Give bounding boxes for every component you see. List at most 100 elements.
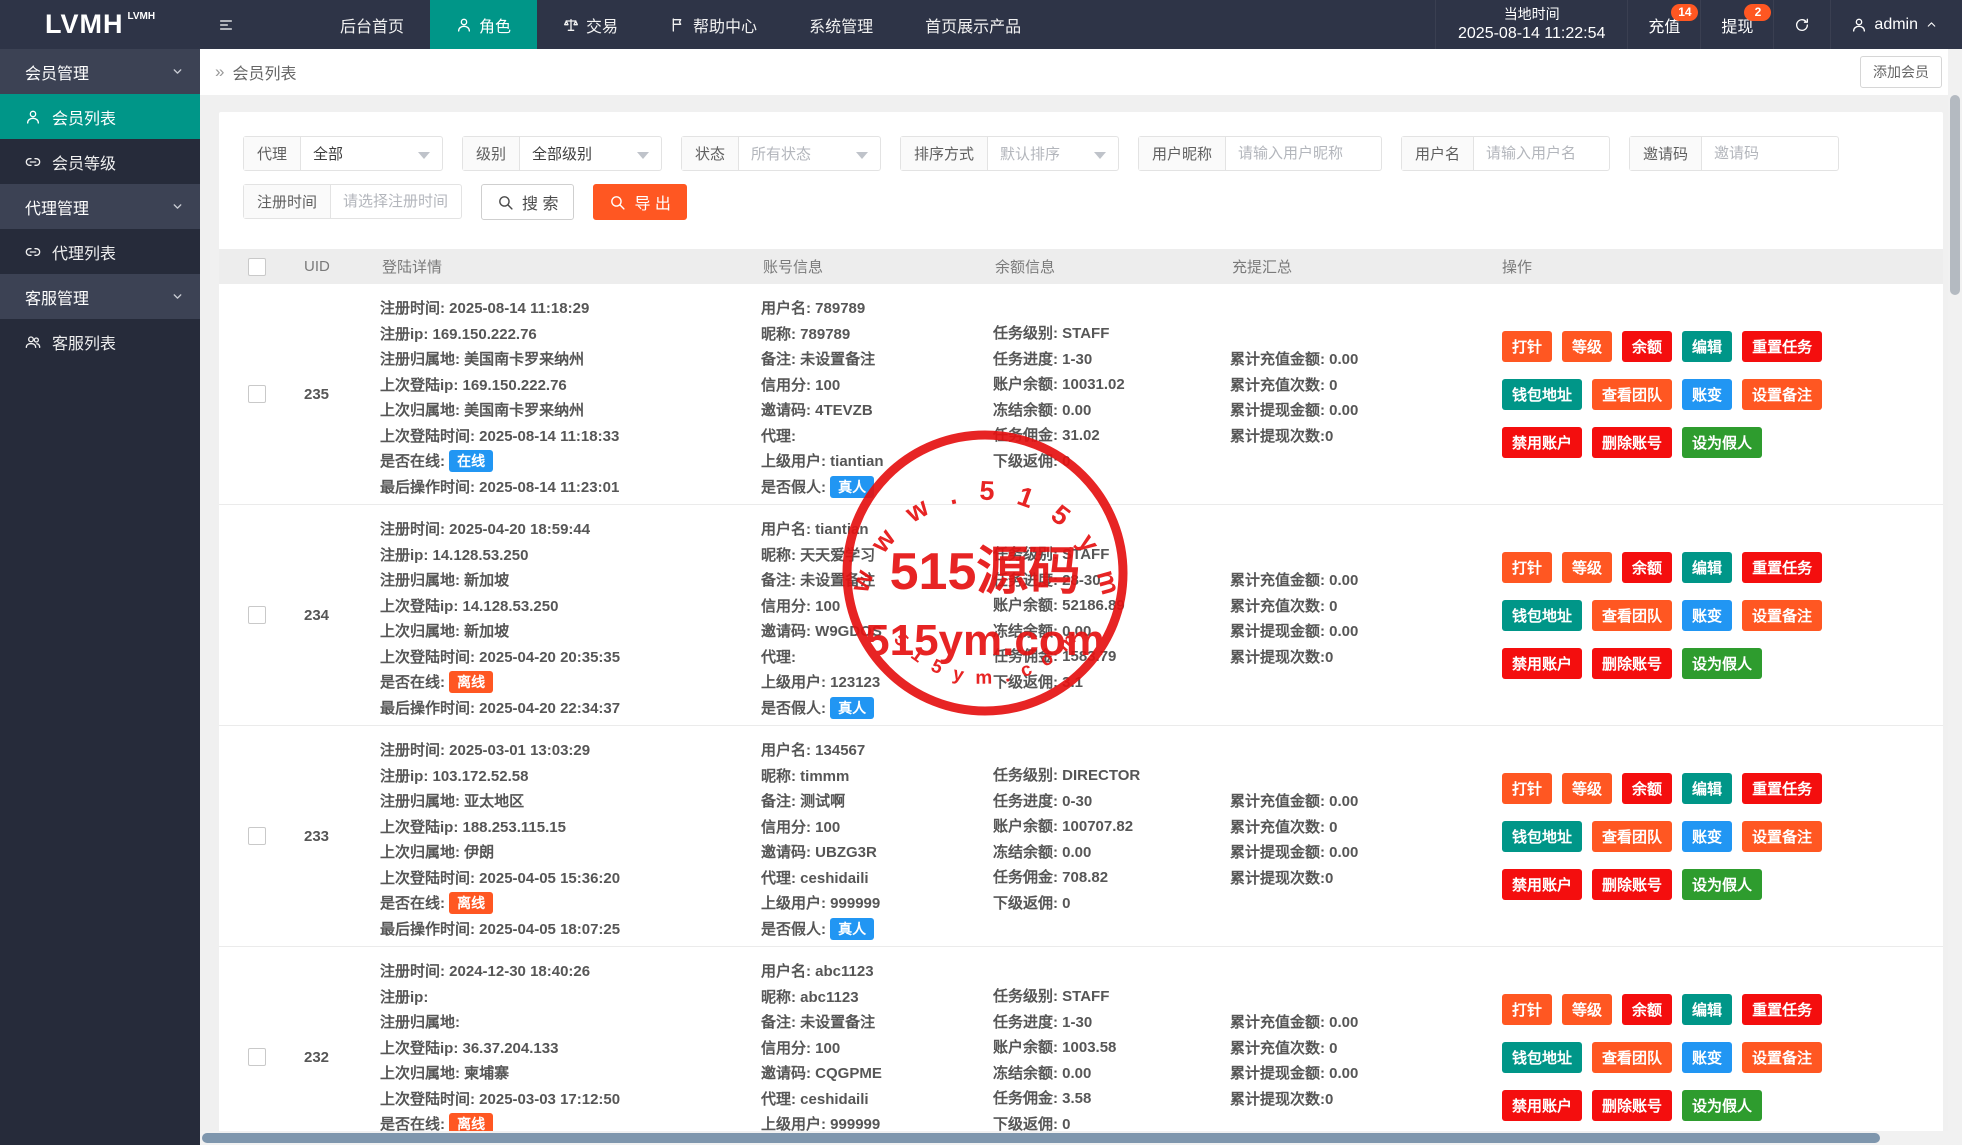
nav-item[interactable]: 帮助中心 xyxy=(644,0,783,49)
admin-dropdown[interactable]: admin xyxy=(1830,0,1962,49)
action-button[interactable]: 重置任务 xyxy=(1742,331,1822,362)
row-checkbox[interactable] xyxy=(248,827,266,845)
filter-select[interactable]: 排序方式默认排序 xyxy=(900,136,1119,171)
action-button[interactable]: 设为假人 xyxy=(1682,427,1762,458)
field-line: 账户余额: 100707.82 xyxy=(993,814,1230,840)
sidebar: 会员管理会员列表会员等级代理管理代理列表客服管理客服列表 xyxy=(0,49,200,1145)
search-button[interactable]: 搜 索 xyxy=(481,184,574,220)
field-value: 2025-08-14 11:18:33 xyxy=(479,428,619,445)
action-button[interactable]: 设置备注 xyxy=(1742,600,1822,631)
field-label: 备注: xyxy=(761,1014,800,1031)
action-button[interactable]: 等级 xyxy=(1562,773,1612,804)
field-label: 注册时间: xyxy=(380,300,449,317)
action-button[interactable]: 编辑 xyxy=(1682,773,1732,804)
vertical-scrollbar-thumb[interactable] xyxy=(1950,95,1960,295)
action-button[interactable]: 设置备注 xyxy=(1742,1042,1822,1073)
filter-text-input[interactable] xyxy=(1702,137,1838,170)
field-label: 最后操作时间: xyxy=(380,700,479,717)
action-button[interactable]: 等级 xyxy=(1562,331,1612,362)
add-member-button[interactable]: 添加会员 xyxy=(1860,56,1942,88)
sidebar-item[interactable]: 客服列表 xyxy=(0,319,200,364)
horizontal-scrollbar[interactable] xyxy=(200,1131,1948,1145)
action-button[interactable]: 查看团队 xyxy=(1592,379,1672,410)
filter-register-time[interactable]: 注册时间 xyxy=(243,184,462,219)
action-button[interactable]: 设为假人 xyxy=(1682,869,1762,900)
sidebar-group-header[interactable]: 客服管理 xyxy=(0,274,200,319)
action-button[interactable]: 禁用账户 xyxy=(1502,1090,1582,1121)
action-button[interactable]: 打针 xyxy=(1502,552,1552,583)
col-balance: 任务级别: STAFF任务进度: 28-30账户余额: 52186.89冻结余额… xyxy=(993,505,1230,725)
action-button[interactable]: 账变 xyxy=(1682,379,1732,410)
action-button[interactable]: 禁用账户 xyxy=(1502,427,1582,458)
action-button[interactable]: 编辑 xyxy=(1682,552,1732,583)
action-button[interactable]: 钱包地址 xyxy=(1502,600,1582,631)
action-button[interactable]: 重置任务 xyxy=(1742,773,1822,804)
action-button[interactable]: 等级 xyxy=(1562,552,1612,583)
nav-item[interactable]: 交易 xyxy=(537,0,644,49)
action-button[interactable]: 余额 xyxy=(1622,552,1672,583)
filter-text-input[interactable] xyxy=(1474,137,1609,170)
sidebar-item[interactable]: 会员等级 xyxy=(0,139,200,184)
filter-select[interactable]: 状态所有状态 xyxy=(681,136,881,171)
action-button[interactable]: 设为假人 xyxy=(1682,648,1762,679)
refresh-button[interactable] xyxy=(1773,0,1830,49)
sidebar-item-label: 客服列表 xyxy=(52,330,116,354)
action-button[interactable]: 打针 xyxy=(1502,994,1552,1025)
sidebar-group-header[interactable]: 会员管理 xyxy=(0,49,200,94)
action-button[interactable]: 重置任务 xyxy=(1742,552,1822,583)
action-button[interactable]: 查看团队 xyxy=(1592,1042,1672,1073)
export-button[interactable]: 导 出 xyxy=(593,184,686,220)
action-button[interactable]: 删除账号 xyxy=(1592,427,1672,458)
nav-item[interactable]: 首页展示产品 xyxy=(899,0,1047,49)
field-value: tiantian xyxy=(815,521,868,538)
menu-toggle-icon[interactable] xyxy=(200,0,252,49)
action-button[interactable]: 打针 xyxy=(1502,773,1552,804)
action-button[interactable]: 账变 xyxy=(1682,600,1732,631)
nav-item[interactable]: 角色 xyxy=(430,0,537,49)
filter-select[interactable]: 级别全部级别 xyxy=(462,136,662,171)
horizontal-scrollbar-thumb[interactable] xyxy=(202,1133,1880,1143)
action-button[interactable]: 设置备注 xyxy=(1742,821,1822,852)
nav-item[interactable]: 系统管理 xyxy=(783,0,899,49)
action-button[interactable]: 钱包地址 xyxy=(1502,821,1582,852)
withdraw-link[interactable]: 提现 2 xyxy=(1700,0,1773,49)
action-button[interactable]: 删除账号 xyxy=(1592,1090,1672,1121)
register-time-input[interactable] xyxy=(331,185,461,218)
field-value: 0 xyxy=(1062,1116,1070,1133)
action-button[interactable]: 删除账号 xyxy=(1592,648,1672,679)
field-line: 账户余额: 10031.02 xyxy=(993,372,1230,398)
action-button[interactable]: 账变 xyxy=(1682,1042,1732,1073)
action-button[interactable]: 等级 xyxy=(1562,994,1612,1025)
recharge-link[interactable]: 充值 14 xyxy=(1627,0,1700,49)
sidebar-group-header[interactable]: 代理管理 xyxy=(0,184,200,229)
action-button[interactable]: 设为假人 xyxy=(1682,1090,1762,1121)
row-checkbox[interactable] xyxy=(248,606,266,624)
nav-item[interactable]: 后台首页 xyxy=(314,0,430,49)
sidebar-item[interactable]: 会员列表 xyxy=(0,94,200,139)
logo[interactable]: LVMH LVMH xyxy=(0,0,200,49)
action-button[interactable]: 账变 xyxy=(1682,821,1732,852)
action-button[interactable]: 设置备注 xyxy=(1742,379,1822,410)
row-checkbox[interactable] xyxy=(248,385,266,403)
sidebar-item[interactable]: 代理列表 xyxy=(0,229,200,274)
action-button[interactable]: 禁用账户 xyxy=(1502,869,1582,900)
row-checkbox[interactable] xyxy=(248,1048,266,1066)
action-button[interactable]: 编辑 xyxy=(1682,331,1732,362)
action-button[interactable]: 禁用账户 xyxy=(1502,648,1582,679)
action-button[interactable]: 余额 xyxy=(1622,773,1672,804)
select-all-checkbox[interactable] xyxy=(248,258,266,276)
action-button[interactable]: 编辑 xyxy=(1682,994,1732,1025)
vertical-scrollbar[interactable] xyxy=(1948,49,1962,1145)
filter-text-input[interactable] xyxy=(1226,137,1381,170)
action-button[interactable]: 打针 xyxy=(1502,331,1552,362)
action-button[interactable]: 查看团队 xyxy=(1592,821,1672,852)
field-value: 14.128.53.250 xyxy=(463,598,559,615)
action-button[interactable]: 余额 xyxy=(1622,994,1672,1025)
action-button[interactable]: 钱包地址 xyxy=(1502,379,1582,410)
action-button[interactable]: 重置任务 xyxy=(1742,994,1822,1025)
action-button[interactable]: 删除账号 xyxy=(1592,869,1672,900)
action-button[interactable]: 查看团队 xyxy=(1592,600,1672,631)
action-button[interactable]: 钱包地址 xyxy=(1502,1042,1582,1073)
action-button[interactable]: 余额 xyxy=(1622,331,1672,362)
filter-select[interactable]: 代理全部 xyxy=(243,136,443,171)
